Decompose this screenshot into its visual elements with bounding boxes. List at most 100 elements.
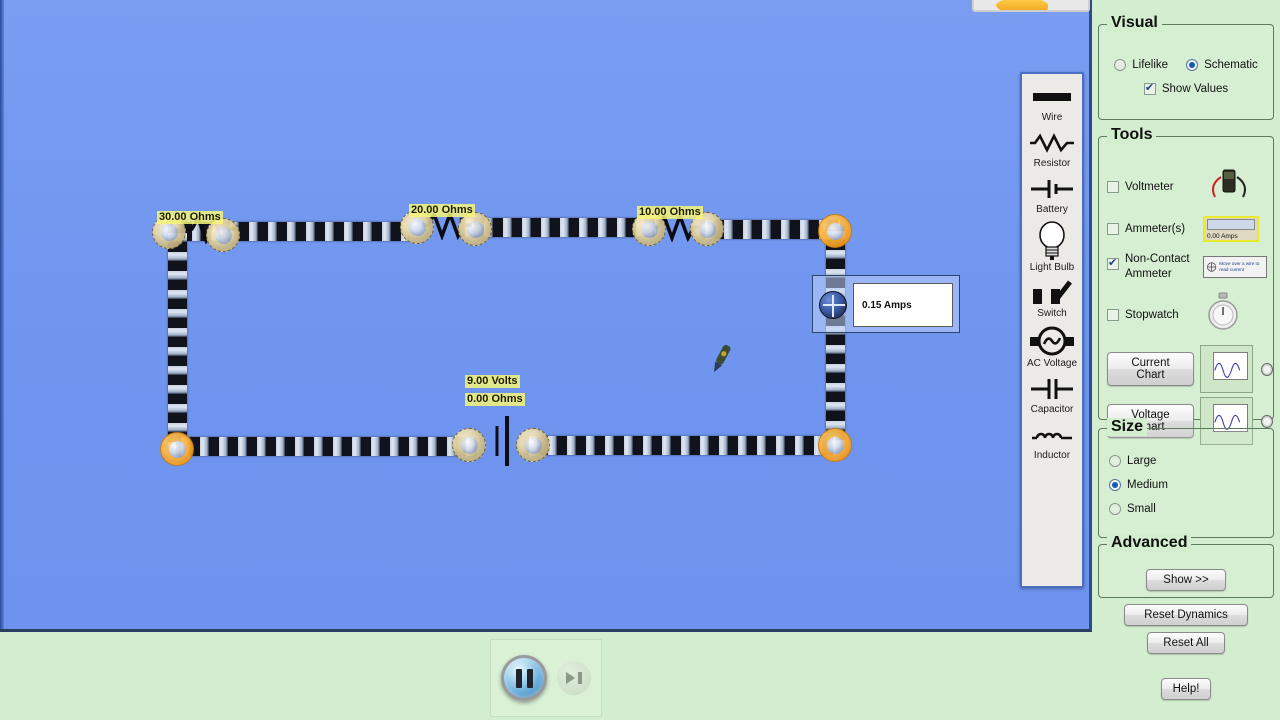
toolbox-item-light-bulb[interactable]: Light Bulb [1022, 220, 1082, 274]
checkbox-ammeters[interactable]: Ammeter(s) [1107, 223, 1203, 235]
non-contact-ammeter-thumb-text: Move over a wire to read current [1219, 261, 1260, 272]
radio-schematic-indicator[interactable] [1186, 59, 1199, 71]
radio-size-medium[interactable]: Medium [1109, 479, 1273, 491]
toolbox-label: Battery [1036, 204, 1068, 215]
toolbox-item-capacitor[interactable]: Capacitor [1022, 374, 1082, 416]
top-cutoff-thumbnail [972, 0, 1090, 12]
size-group-title: Size [1107, 418, 1148, 436]
reset-all-button[interactable]: Reset All [1147, 632, 1225, 654]
radio-size-medium-indicator[interactable] [1109, 479, 1121, 491]
checkbox-non-contact-ammeter-indicator[interactable] [1107, 256, 1119, 270]
light-bulb-icon [1022, 220, 1082, 262]
control-panel: Save Load Visual Lifelike Schematic Show… [1092, 0, 1280, 720]
radio-schematic-label: Schematic [1204, 59, 1258, 71]
battery-resistance-label: 0.00 Ohms [465, 393, 525, 406]
junction[interactable] [458, 212, 492, 246]
radio-size-small-label: Small [1127, 503, 1156, 515]
junction[interactable] [452, 428, 486, 462]
toolbox-item-battery[interactable]: Battery [1022, 174, 1082, 216]
toolbox-item-resistor[interactable]: Resistor [1022, 128, 1082, 170]
resistor-30-label: 30.00 Ohms [157, 211, 223, 224]
toolbox-item-wire[interactable]: Wire [1022, 82, 1082, 124]
radio-size-large[interactable]: Large [1109, 455, 1273, 467]
battery-voltage-label: 9.00 Volts [465, 375, 520, 388]
step-bar-icon [578, 672, 582, 684]
toolbox-label: Light Bulb [1029, 262, 1075, 273]
stopwatch-icon [1203, 292, 1243, 337]
current-chart-settings-icon[interactable] [1261, 362, 1274, 376]
pause-bar-right [526, 668, 533, 688]
ammeter-crosshair-icon [819, 291, 847, 319]
resistor-icon [1022, 128, 1082, 158]
toolbox-label: Wire [1041, 112, 1063, 123]
checkbox-stopwatch-indicator[interactable] [1107, 308, 1119, 321]
checkbox-ammeters-label: Ammeter(s) [1125, 223, 1186, 235]
switch-icon [1022, 278, 1082, 308]
wire-icon [1022, 82, 1082, 112]
circuit-canvas[interactable]: 30.00 Ohms 20.00 Ohms 10.00 Ohms 9.00 Vo… [0, 0, 1092, 632]
radio-size-large-indicator[interactable] [1109, 455, 1121, 467]
toolbox-item-switch[interactable]: Switch [1022, 278, 1082, 320]
radio-size-small-indicator[interactable] [1109, 503, 1121, 515]
radio-schematic[interactable]: Schematic [1186, 59, 1258, 71]
radio-lifelike-indicator[interactable] [1114, 59, 1127, 71]
checkbox-stopwatch[interactable]: Stopwatch [1107, 308, 1203, 321]
ammeter-thumb-reading: 0.00 Amps [1207, 233, 1238, 240]
wire-right[interactable] [826, 226, 845, 448]
radio-lifelike[interactable]: Lifelike [1114, 59, 1168, 71]
checkbox-non-contact-ammeter-label: Non-Contact Ammeter [1125, 253, 1190, 280]
resistor-20-label: 20.00 Ohms [409, 204, 475, 217]
toolbox-label: AC Voltage [1026, 358, 1078, 369]
size-group: Size Large Medium Small [1098, 418, 1274, 538]
checkbox-stopwatch-label: Stopwatch [1125, 308, 1179, 321]
radio-size-small[interactable]: Small [1109, 503, 1273, 515]
inductor-icon [1022, 420, 1082, 450]
visual-group: Visual Lifelike Schematic Show Values [1098, 14, 1274, 120]
advanced-group: Advanced Show >> [1098, 534, 1274, 598]
checkbox-show-values-indicator[interactable] [1143, 81, 1156, 95]
checkbox-voltmeter[interactable]: Voltmeter [1107, 180, 1203, 193]
wire-left[interactable] [168, 228, 187, 448]
current-chart-plot [1212, 352, 1249, 380]
pause-button[interactable] [501, 655, 547, 701]
checkbox-ammeters-indicator[interactable] [1107, 223, 1119, 235]
toolbox-item-ac-voltage[interactable]: AC Voltage [1022, 324, 1082, 370]
toolbox-label: Capacitor [1030, 404, 1074, 415]
wire-bottom-left[interactable] [176, 437, 476, 456]
current-chart-thumbnail[interactable] [1199, 345, 1254, 393]
toolbox-label: Resistor [1033, 158, 1071, 169]
junction-terminal[interactable] [160, 432, 194, 466]
step-button[interactable] [557, 661, 591, 695]
tools-group-title: Tools [1107, 126, 1157, 144]
non-contact-ammeter[interactable]: 0.15 Amps [812, 275, 960, 333]
checkbox-voltmeter-label: Voltmeter [1125, 180, 1174, 193]
wire-bottom-right[interactable] [524, 436, 836, 455]
help-button[interactable]: Help! [1161, 678, 1211, 700]
toolbox-item-inductor[interactable]: Inductor [1022, 420, 1082, 462]
simulation-window: 30.00 Ohms 20.00 Ohms 10.00 Ohms 9.00 Vo… [0, 0, 1280, 720]
step-triangle-icon [566, 672, 575, 684]
mouse-cursor-icon [710, 342, 732, 376]
pause-bar-left [515, 668, 522, 688]
current-chart-button[interactable]: Current Chart [1107, 352, 1194, 386]
junction-terminal[interactable] [818, 428, 852, 462]
visual-group-title: Visual [1107, 14, 1162, 32]
junction-terminal[interactable] [818, 214, 852, 248]
resistor-10-label: 10.00 Ohms [637, 206, 703, 219]
ac-voltage-icon [1022, 324, 1082, 358]
reset-dynamics-button[interactable]: Reset Dynamics [1124, 604, 1248, 626]
checkbox-voltmeter-indicator[interactable] [1107, 180, 1119, 193]
toolbox-label: Inductor [1033, 450, 1071, 461]
capacitor-icon [1022, 374, 1082, 404]
tools-group: Tools Voltmeter Ammeter(s) 0.00 Amps ✔ N… [1098, 126, 1274, 445]
checkbox-show-values[interactable]: Show Values [1099, 81, 1273, 95]
non-contact-ammeter-reading: 0.15 Amps [853, 283, 953, 327]
checkbox-show-values-label: Show Values [1161, 83, 1229, 95]
radio-size-large-label: Large [1127, 455, 1157, 467]
toolbox-label: Switch [1037, 308, 1067, 319]
component-toolbox[interactable]: Wire Resistor Battery Light Bulb Switch … [1020, 72, 1084, 588]
checkbox-non-contact-ammeter[interactable]: Non-Contact Ammeter [1107, 252, 1203, 282]
voltage-chart-settings-icon[interactable] [1261, 414, 1274, 428]
junction[interactable] [516, 428, 550, 462]
advanced-show-button[interactable]: Show >> [1146, 569, 1226, 591]
